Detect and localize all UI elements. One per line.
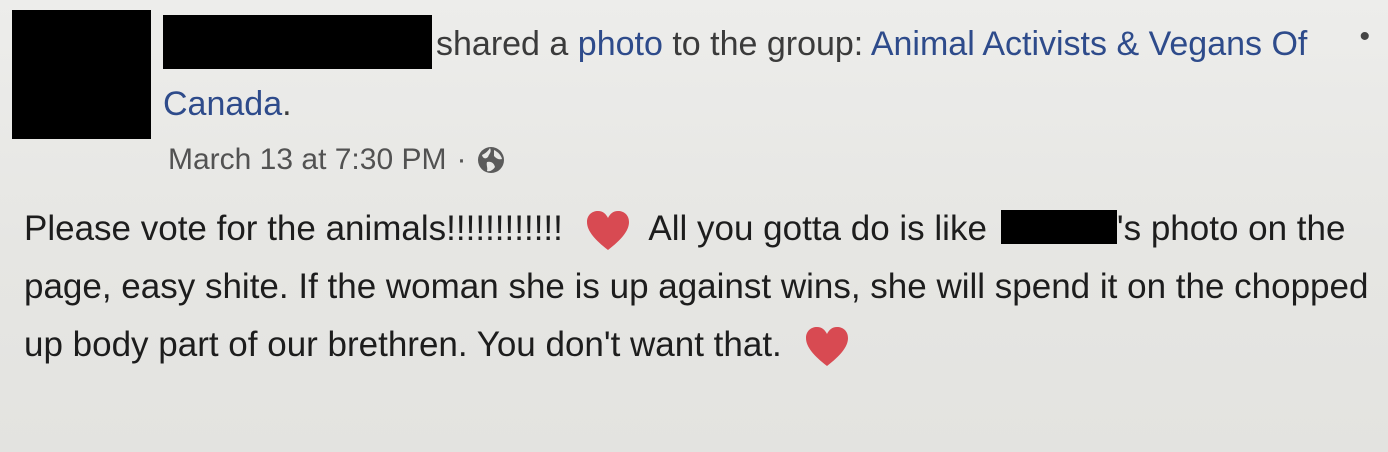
shared-action-text: shared a (436, 25, 569, 63)
post-header: shared a photo to the group: Animal Acti… (163, 14, 1348, 134)
body-text-part-1: Please vote for the animals!!!!!!!!!!!! (24, 209, 563, 248)
group-suffix: . (282, 85, 292, 123)
photo-link[interactable]: photo (578, 25, 663, 63)
meta-separator: · (456, 143, 467, 176)
timestamp[interactable]: March 13 at 7:30 PM (168, 140, 446, 180)
heart-icon (585, 210, 631, 252)
facebook-post: shared a photo to the group: Animal Acti… (0, 0, 1388, 452)
heart-icon-end (804, 326, 850, 368)
redacted-user-name[interactable] (163, 15, 432, 69)
globe-icon[interactable] (476, 145, 506, 175)
body-text-part-2: All you gotta do is like (648, 209, 987, 248)
avatar-redacted[interactable] (12, 10, 151, 139)
post-meta: March 13 at 7:30 PM · (168, 140, 506, 180)
to-group-text: to the group: (672, 25, 864, 63)
more-options-icon[interactable]: • (1359, 22, 1370, 52)
redacted-mention[interactable] (1000, 210, 1117, 244)
post-body: Please vote for the animals!!!!!!!!!!!! … (24, 200, 1374, 374)
